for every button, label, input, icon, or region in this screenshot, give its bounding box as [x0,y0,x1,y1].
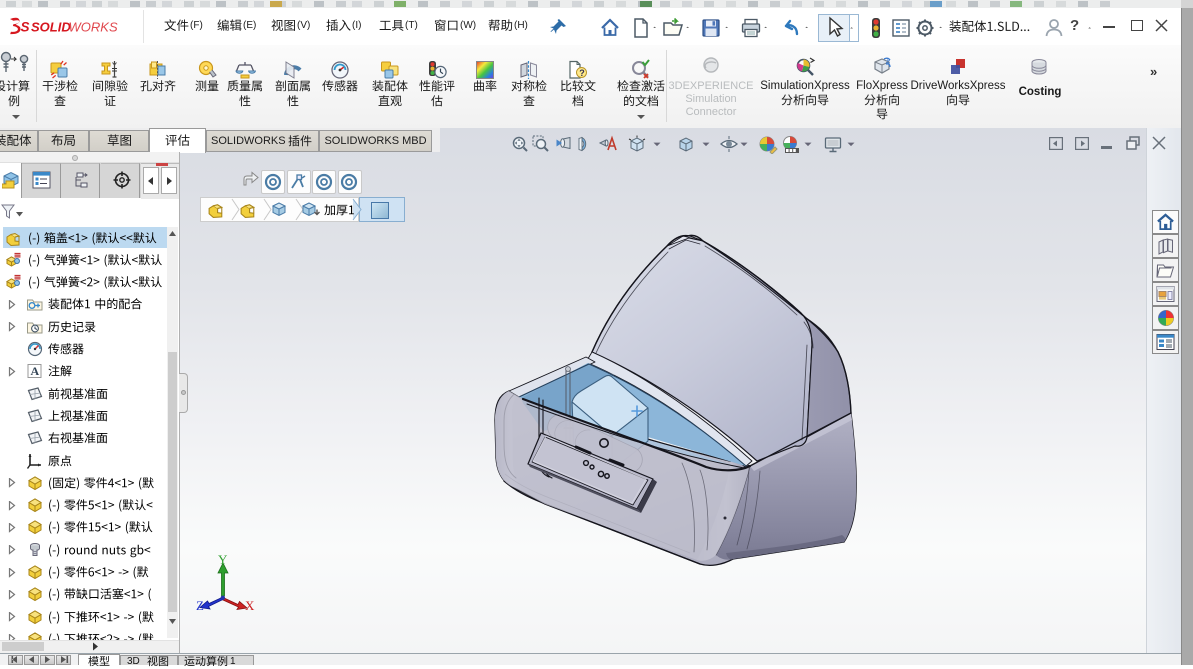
svg-text:A: A [31,364,40,378]
svg-text:X: X [245,598,255,613]
svg-text:S: S [21,20,30,35]
svg-text:WORKS: WORKS [69,20,118,35]
svg-text:#: # [886,59,890,66]
svg-text:Y: Y [218,552,228,567]
svg-text:SOLID: SOLID [31,20,71,35]
svg-text:Z: Z [196,598,204,613]
